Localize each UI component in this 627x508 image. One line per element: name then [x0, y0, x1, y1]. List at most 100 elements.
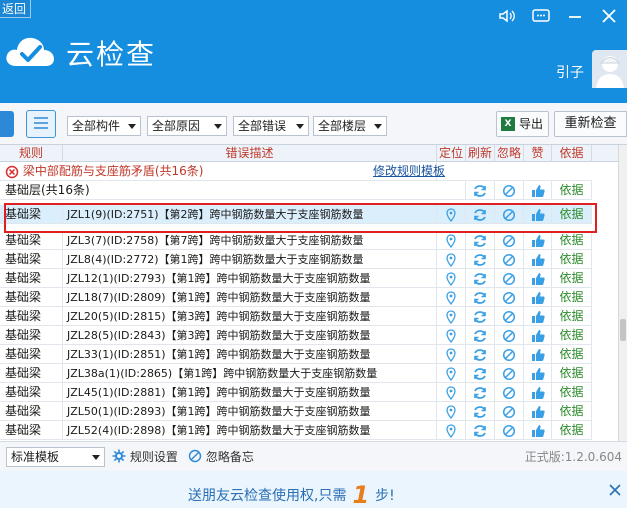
table-row[interactable]: 基础梁 JZL38a(1)(ID:2865)【第1跨】跨中钢筋数量大于支座钢筋数量… — [0, 364, 592, 383]
thumbs-up-icon[interactable] — [524, 364, 552, 383]
locate-pin-icon[interactable] — [437, 364, 466, 383]
table-row[interactable]: 基础梁 JZL50(1)(ID:2893)【第1跨】跨中钢筋数量大于支座钢筋数量 依… — [0, 402, 592, 421]
basis-link[interactable]: 依据 — [552, 364, 592, 383]
thumbs-up-icon[interactable] — [524, 288, 552, 307]
thumbs-up-icon[interactable] — [524, 421, 552, 440]
basis-link[interactable]: 依据 — [552, 326, 592, 345]
basis-link[interactable]: 依据 — [552, 205, 592, 224]
locate-pin-icon[interactable] — [437, 345, 466, 364]
table-row[interactable]: 基础梁 JZL33(1)(ID:2851)【第1跨】跨中钢筋数量大于支座钢筋数量 依… — [0, 345, 592, 364]
basis-link[interactable]: 依据 — [552, 421, 592, 440]
locate-pin-icon[interactable] — [437, 383, 466, 402]
rule-settings-button[interactable]: 规则设置 — [112, 449, 178, 465]
list-view-icon[interactable] — [26, 110, 56, 138]
table-row[interactable]: 基础梁 JZL12(1)(ID:2793)【第1跨】跨中钢筋数量大于支座钢筋数量 依… — [0, 269, 592, 288]
back-button[interactable]: 返回 — [0, 0, 32, 18]
table-row[interactable]: 基础梁 JZL8(4)(ID:2772)【第1跨】跨中钢筋数量大于支座钢筋数量 依据 — [0, 250, 592, 269]
refresh-icon[interactable] — [466, 345, 495, 364]
locate-pin-icon[interactable] — [437, 205, 466, 224]
locate-pin-icon[interactable] — [437, 269, 466, 288]
group-row-floor[interactable]: 基础层(共16条) 依据 — [0, 181, 592, 200]
locate-pin-icon[interactable] — [437, 231, 466, 250]
locate-pin-icon[interactable] — [437, 421, 466, 440]
basis-link[interactable]: 依据 — [552, 181, 592, 200]
thumbs-up-icon[interactable] — [524, 231, 552, 250]
thumbs-up-icon[interactable] — [524, 383, 552, 402]
template-select[interactable]: 标准模板 — [6, 447, 105, 467]
refresh-icon[interactable] — [466, 231, 495, 250]
thumbs-up-icon[interactable] — [524, 181, 552, 200]
table-row-selected[interactable]: 基础梁 JZL1(9)(ID:2751)【第2跨】跨中钢筋数量大于支座钢筋数量 依据 — [0, 205, 592, 224]
panel-toggle-icon[interactable] — [0, 111, 14, 137]
locate-pin-icon[interactable] — [437, 402, 466, 421]
table-row[interactable]: 基础梁 JZL3(7)(ID:2758)【第7跨】跨中钢筋数量大于支座钢筋数量 依据 — [0, 231, 592, 250]
ignore-icon[interactable] — [495, 402, 524, 421]
message-icon[interactable] — [531, 6, 551, 26]
locate-pin-icon[interactable] — [437, 307, 466, 326]
table-row[interactable]: 基础梁 JZL28(5)(ID:2843)【第3跨】跨中钢筋数量大于支座钢筋数量 依… — [0, 326, 592, 345]
component-filter-dropdown[interactable]: 全部构件 — [67, 116, 141, 136]
thumbs-up-icon[interactable] — [524, 345, 552, 364]
scrollbar-thumb[interactable] — [620, 319, 626, 341]
speaker-icon[interactable] — [497, 6, 517, 26]
basis-link[interactable]: 依据 — [552, 402, 592, 421]
refresh-icon[interactable] — [466, 250, 495, 269]
error-filter-dropdown[interactable]: 全部错误 — [233, 116, 309, 136]
ignore-icon[interactable] — [495, 383, 524, 402]
basis-link[interactable]: 依据 — [552, 231, 592, 250]
refresh-icon[interactable] — [466, 205, 495, 224]
locate-pin-icon[interactable] — [437, 250, 466, 269]
thumbs-up-icon[interactable] — [524, 250, 552, 269]
floor-filter-dropdown[interactable]: 全部楼层 — [313, 116, 387, 136]
reason-filter-dropdown[interactable]: 全部原因 — [147, 116, 227, 136]
refresh-icon[interactable] — [466, 269, 495, 288]
ignore-icon[interactable] — [495, 181, 524, 200]
thumbs-up-icon[interactable] — [524, 205, 552, 224]
ignore-icon[interactable] — [495, 326, 524, 345]
ignore-notes-button[interactable]: 忽略备忘 — [188, 449, 254, 465]
minimize-icon[interactable] — [565, 6, 585, 26]
locate-pin-icon[interactable] — [437, 288, 466, 307]
ignore-icon[interactable] — [495, 269, 524, 288]
ignore-icon[interactable] — [495, 231, 524, 250]
ignore-icon[interactable] — [495, 205, 524, 224]
export-button[interactable]: X 导出 — [496, 111, 549, 137]
edit-rule-template-link[interactable]: 修改规则模板 — [373, 162, 445, 181]
ignore-icon[interactable] — [495, 421, 524, 440]
avatar[interactable] — [592, 50, 627, 88]
table-row[interactable]: 基础梁 JZL45(1)(ID:2881)【第1跨】跨中钢筋数量大于支座钢筋数量 依… — [0, 383, 592, 402]
table-row[interactable]: 基础梁 JZL18(7)(ID:2809)【第1跨】跨中钢筋数量大于支座钢筋数量 依… — [0, 288, 592, 307]
banner-close-icon[interactable] — [609, 484, 621, 496]
thumbs-up-icon[interactable] — [524, 307, 552, 326]
locate-pin-icon[interactable] — [437, 326, 466, 345]
refresh-icon[interactable] — [466, 307, 495, 326]
basis-link[interactable]: 依据 — [552, 307, 592, 326]
vertical-scrollbar[interactable] — [618, 145, 627, 441]
basis-link[interactable]: 依据 — [552, 288, 592, 307]
basis-link[interactable]: 依据 — [552, 345, 592, 364]
promo-banner[interactable]: 送朋友云检查使用权,只需 1 步! — [0, 471, 627, 508]
basis-link[interactable]: 依据 — [552, 383, 592, 402]
group-row-rule[interactable]: 梁中部配筋与支座筋矛盾(共16条) 修改规则模板 — [0, 162, 592, 181]
refresh-icon[interactable] — [466, 326, 495, 345]
table-row[interactable]: 基础梁 JZL20(5)(ID:2815)【第3跨】跨中钢筋数量大于支座钢筋数量 依… — [0, 307, 592, 326]
refresh-icon[interactable] — [466, 181, 495, 200]
refresh-icon[interactable] — [466, 364, 495, 383]
thumbs-up-icon[interactable] — [524, 326, 552, 345]
refresh-icon[interactable] — [466, 402, 495, 421]
refresh-icon[interactable] — [466, 383, 495, 402]
close-icon[interactable] — [599, 6, 619, 26]
refresh-icon[interactable] — [466, 288, 495, 307]
basis-link[interactable]: 依据 — [552, 250, 592, 269]
basis-link[interactable]: 依据 — [552, 269, 592, 288]
ignore-icon[interactable] — [495, 364, 524, 383]
user-name[interactable]: 引子 — [556, 62, 584, 82]
thumbs-up-icon[interactable] — [524, 269, 552, 288]
ignore-icon[interactable] — [495, 250, 524, 269]
ignore-icon[interactable] — [495, 288, 524, 307]
ignore-icon[interactable] — [495, 345, 524, 364]
thumbs-up-icon[interactable] — [524, 402, 552, 421]
recheck-button[interactable]: 重新检查 — [554, 111, 627, 137]
table-row[interactable]: 基础梁 JZL52(4)(ID:2898)【第1跨】跨中钢筋数量大于支座钢筋数量 依… — [0, 421, 592, 440]
ignore-icon[interactable] — [495, 307, 524, 326]
